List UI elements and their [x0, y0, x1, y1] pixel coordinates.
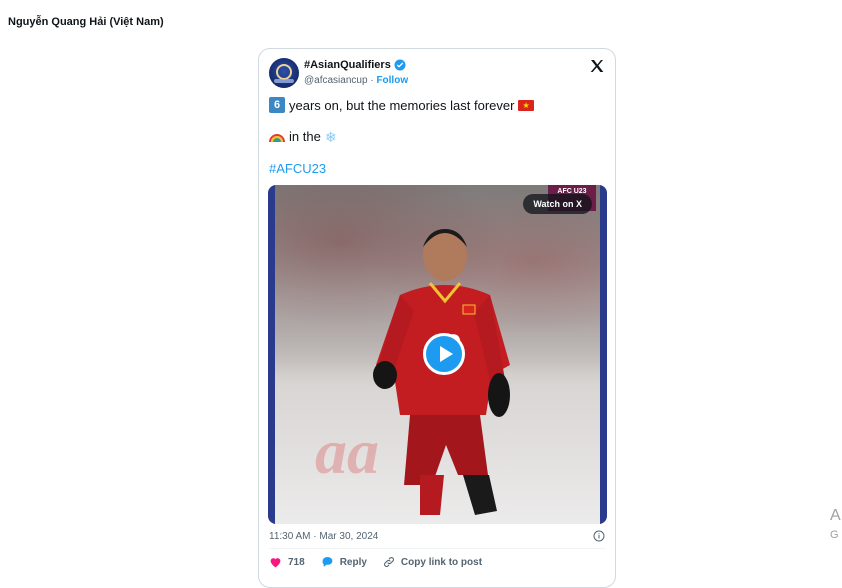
- verified-badge-icon: [394, 59, 406, 71]
- reply-icon: [322, 557, 333, 567]
- divider: [269, 548, 605, 549]
- hashtag-link[interactable]: #AFCU23: [269, 161, 326, 176]
- info-icon[interactable]: [593, 530, 605, 542]
- vietnam-flag-icon: [518, 99, 535, 111]
- avatar[interactable]: [269, 58, 299, 88]
- heart-icon: [270, 558, 281, 568]
- embedded-tweet[interactable]: #AsianQualifiers @afcasiancup · Follow 6…: [258, 48, 616, 588]
- action-bar: 718 Reply Copy link to post: [269, 556, 482, 568]
- snowflake-icon: ❄: [324, 128, 337, 145]
- handle[interactable]: @afcasiancup: [304, 75, 368, 86]
- like-count: 718: [288, 556, 305, 568]
- keycap-emoji: 6: [269, 97, 285, 113]
- handle-row: @afcasiancup · Follow: [304, 75, 409, 86]
- video-media[interactable]: aa 19: [268, 185, 607, 524]
- side-text-a: A: [830, 507, 841, 524]
- copy-link-button[interactable]: Copy link to post: [383, 556, 482, 568]
- link-icon: [384, 557, 394, 567]
- x-logo-icon[interactable]: [589, 58, 605, 74]
- reply-button[interactable]: Reply: [321, 556, 367, 568]
- follow-button[interactable]: Follow: [376, 75, 408, 86]
- tweet-text-line-2: in the ❄: [269, 129, 337, 144]
- watch-on-x-button[interactable]: Watch on X: [523, 194, 592, 214]
- side-text-b: G: [830, 529, 839, 541]
- play-icon[interactable]: [423, 333, 465, 375]
- page-caption: Nguyễn Quang Hải (Việt Nam): [8, 16, 164, 28]
- tweet-text-line-1: 6 years on, but the memories last foreve…: [269, 97, 535, 113]
- rainbow-icon: [269, 133, 285, 142]
- display-name[interactable]: #AsianQualifiers: [304, 59, 391, 71]
- like-button[interactable]: 718: [269, 556, 305, 568]
- timestamp-link[interactable]: 11:30 AM · Mar 30, 2024: [269, 531, 378, 542]
- display-name-row[interactable]: #AsianQualifiers: [304, 59, 406, 71]
